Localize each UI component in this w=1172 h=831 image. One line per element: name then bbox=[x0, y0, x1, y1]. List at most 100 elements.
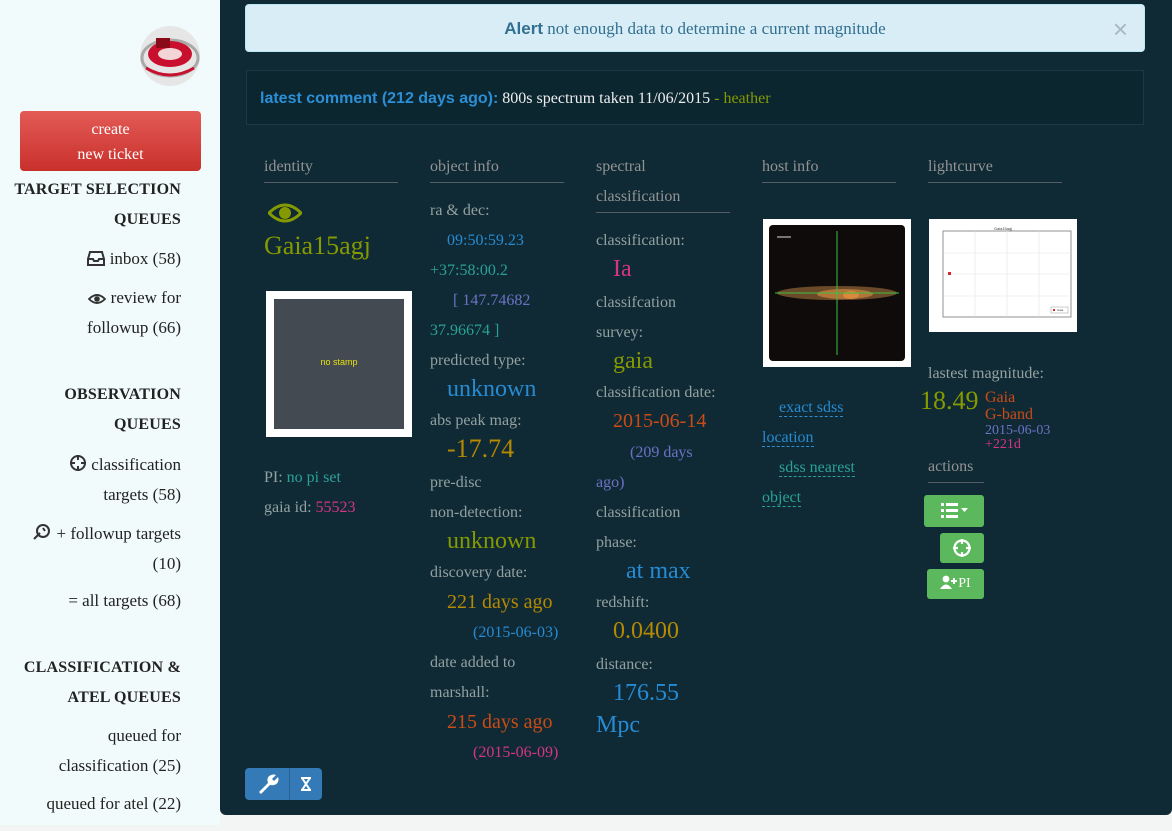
host-info-header: host info bbox=[762, 152, 896, 183]
distance-label: distance: bbox=[596, 656, 653, 673]
sdss-nearest-link-text-2[interactable]: object bbox=[762, 489, 802, 507]
ra-deg-value: [ 147.74682 bbox=[453, 292, 531, 309]
dec-deg-value: 37.96674 ] bbox=[430, 322, 500, 339]
alert-message: not enough data to determine a current m… bbox=[543, 19, 886, 38]
sidebar-item-inbox[interactable]: inbox (58) bbox=[87, 244, 181, 274]
create-ticket-label-1: create bbox=[91, 121, 130, 138]
close-icon[interactable]: × bbox=[1113, 5, 1128, 53]
tool-button-group bbox=[245, 768, 322, 800]
action-menu-button[interactable] bbox=[924, 495, 984, 527]
discovery-date-label: discovery date: bbox=[430, 564, 528, 581]
object-name: Gaia15agj bbox=[264, 231, 371, 260]
classification-date-value: 2015-06-14 bbox=[613, 410, 707, 432]
predicted-type-value: unknown bbox=[447, 376, 537, 402]
target-selection-heading: TARGET SELECTION bbox=[14, 181, 181, 198]
sidebar-item-review-line2[interactable]: followup (66) bbox=[87, 313, 181, 343]
classification-date-ago-2: ago) bbox=[596, 474, 625, 491]
sidebar-item-queued-classification[interactable]: queued for bbox=[108, 721, 181, 751]
add-pi-label: PI bbox=[958, 576, 971, 591]
latest-magnitude-label: lastest magnitude: bbox=[928, 365, 1044, 382]
dec-value: +37:58:00.2 bbox=[430, 262, 508, 279]
exact-sdss-link[interactable]: exact sdss bbox=[779, 393, 844, 423]
lightcurve-plot[interactable]: Gaia15agj Gaia bbox=[929, 219, 1077, 332]
no-stamp-text: no stamp bbox=[320, 357, 358, 367]
sdss-nearest-link-2[interactable]: object bbox=[762, 483, 802, 513]
prediscovery-value: unknown bbox=[447, 528, 537, 554]
identity-header: identity bbox=[264, 152, 398, 183]
added-label: date added to bbox=[430, 654, 516, 671]
comment-text: 800s spectrum taken 11/06/2015 bbox=[498, 90, 715, 107]
latest-magnitude-value: 18.49 bbox=[920, 386, 979, 415]
spectral-header: spectral bbox=[596, 158, 646, 175]
gaia-label: gaia id: bbox=[264, 499, 316, 516]
wrench-button[interactable] bbox=[245, 768, 290, 800]
host-sdss-image[interactable] bbox=[763, 219, 911, 367]
classification-targets-count[interactable]: targets (58) bbox=[103, 480, 181, 510]
discovery-date: (2015-06-03) bbox=[473, 624, 559, 641]
sidebar-item-classification-targets[interactable]: classification bbox=[69, 450, 181, 480]
hourglass-icon bbox=[301, 777, 311, 791]
magnitude-band: Gaia bbox=[985, 389, 1016, 406]
exact-sdss-link-text[interactable]: exact sdss bbox=[779, 399, 844, 417]
sidebar-item-followup-targets[interactable]: + followup targets bbox=[32, 519, 181, 549]
sidebar-item-inbox-label: inbox (58) bbox=[109, 249, 181, 268]
satellite-icon bbox=[33, 524, 51, 540]
sdss-nearest-link-text[interactable]: sdss nearest bbox=[779, 459, 855, 477]
lightcurve-header: lightcurve bbox=[928, 152, 1062, 183]
marshall-logo[interactable] bbox=[136, 24, 204, 88]
exact-sdss-link-2[interactable]: location bbox=[762, 423, 814, 453]
pi-label: PI: bbox=[264, 469, 287, 486]
classification-value: Ia bbox=[613, 256, 632, 282]
create-ticket-button[interactable]: create new ticket bbox=[20, 111, 201, 171]
added-ago: 215 days ago bbox=[447, 711, 553, 733]
added-label-2: marshall: bbox=[430, 684, 490, 701]
crosshair-icon bbox=[70, 455, 87, 471]
abs-peak-mag-label: abs peak mag: bbox=[430, 412, 522, 429]
followup-targets-label: + followup targets bbox=[56, 524, 181, 543]
survey-label-2: survey: bbox=[596, 324, 644, 341]
inbox-icon bbox=[87, 251, 106, 266]
sidebar-item-queued-atel[interactable]: queued for atel (22) bbox=[46, 789, 181, 819]
magnitude-ago: +221d bbox=[985, 437, 1021, 452]
pi-value: no pi set bbox=[286, 469, 341, 486]
phase-label: classification bbox=[596, 504, 681, 521]
alert-banner: Alert not enough data to determine a cur… bbox=[245, 4, 1145, 52]
hourglass-button[interactable] bbox=[290, 768, 322, 800]
queued-classification-count[interactable]: classification (25) bbox=[59, 751, 181, 781]
prediscovery-label: pre-disc bbox=[430, 474, 482, 491]
redshift-value: 0.0400 bbox=[613, 618, 679, 644]
comment-author: - heather bbox=[714, 90, 771, 107]
phase-value: at max bbox=[626, 558, 691, 584]
classification-atel-heading-2: ATEL QUEUES bbox=[67, 689, 181, 706]
followup-targets-count[interactable]: (10) bbox=[153, 549, 181, 579]
target-selection-heading-2: QUEUES bbox=[114, 211, 181, 228]
list-icon bbox=[941, 503, 968, 518]
magnitude-band-2: G-band bbox=[985, 406, 1033, 423]
exact-sdss-link-text-2[interactable]: location bbox=[762, 429, 814, 447]
ra-value: 09:50:59.23 bbox=[447, 232, 524, 249]
classification-date-ago: (209 days bbox=[630, 444, 693, 461]
magnitude-date: 2015-06-03 bbox=[985, 423, 1051, 438]
observation-heading: OBSERVATION bbox=[64, 386, 181, 403]
spectral-header-2: classification bbox=[596, 182, 730, 213]
gaia-value: 55523 bbox=[315, 499, 356, 516]
comment-heading: latest comment (212 days ago): bbox=[260, 90, 499, 107]
classification-label: classification: bbox=[596, 232, 685, 249]
sidebar-item-all-targets[interactable]: = all targets (68) bbox=[68, 586, 181, 616]
crosshair-icon bbox=[953, 539, 971, 557]
observation-heading-2: QUEUES bbox=[114, 416, 181, 433]
added-date: (2015-06-09) bbox=[473, 744, 559, 761]
sidebar: create new ticket TARGET SELECTION QUEUE… bbox=[0, 0, 220, 825]
actions-header: actions bbox=[928, 452, 984, 483]
gaia-id-field: gaia id: 55523 bbox=[264, 493, 356, 523]
add-user-icon bbox=[940, 575, 958, 589]
sdss-nearest-link[interactable]: sdss nearest bbox=[779, 453, 855, 483]
sidebar-item-review[interactable]: review for bbox=[88, 283, 181, 313]
distance-value: 176.55 bbox=[613, 680, 679, 706]
classify-button[interactable] bbox=[940, 533, 984, 563]
survey-label: classifcation bbox=[596, 294, 676, 311]
abs-peak-mag-value: -17.74 bbox=[447, 434, 515, 463]
classification-atel-heading: CLASSIFICATION & bbox=[23, 659, 181, 676]
redshift-label: redshift: bbox=[596, 594, 650, 611]
add-pi-button[interactable]: PI bbox=[927, 569, 984, 599]
